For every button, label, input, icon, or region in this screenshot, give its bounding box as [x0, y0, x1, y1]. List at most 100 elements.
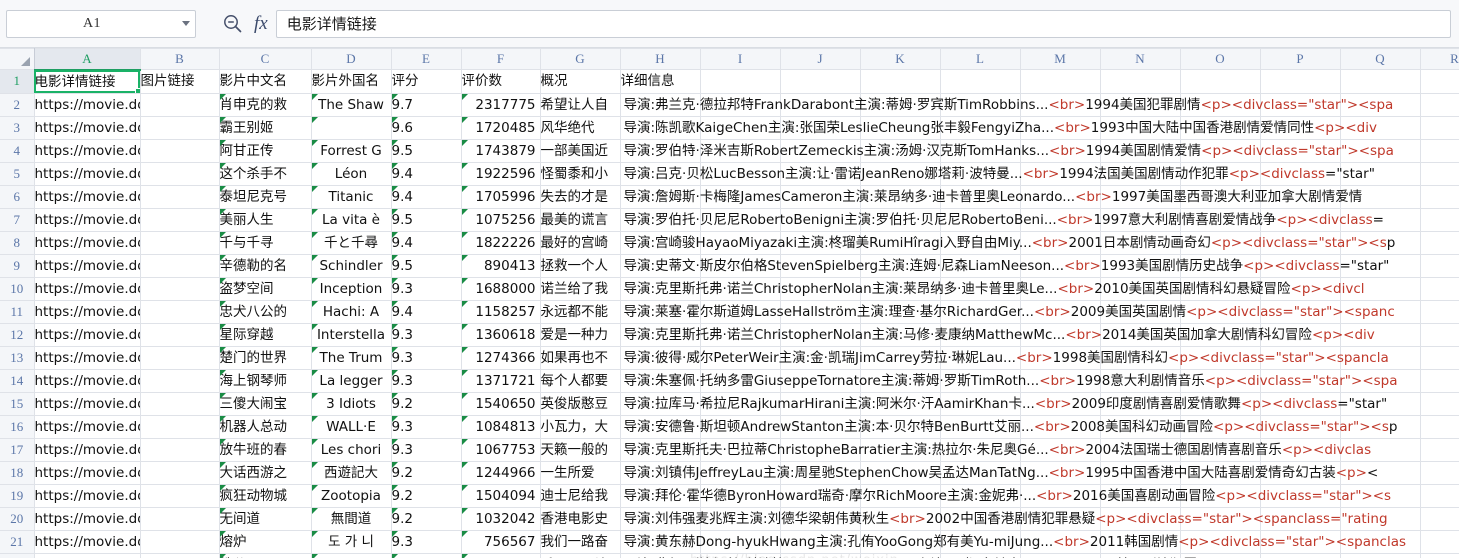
cell-O7[interactable] — [1180, 208, 1261, 232]
cell-L15[interactable] — [940, 392, 1021, 416]
cell-R19[interactable] — [1420, 484, 1459, 508]
cell-N21[interactable] — [1100, 530, 1181, 554]
row-header-3[interactable]: 3 — [0, 116, 35, 140]
cell-N22[interactable] — [1100, 553, 1181, 558]
cell-O12[interactable] — [1180, 323, 1261, 347]
cell-E19[interactable]: 9.2 — [391, 484, 462, 508]
cell-N19[interactable] — [1100, 484, 1181, 508]
cell-I5[interactable] — [700, 162, 781, 186]
cell-G16[interactable]: 小瓦力，大 — [540, 415, 621, 439]
cell-K8[interactable] — [860, 231, 941, 255]
cell-E10[interactable]: 9.3 — [391, 277, 462, 301]
cell-C17[interactable]: 放牛班的春 — [219, 438, 312, 462]
cell-O14[interactable] — [1180, 369, 1261, 393]
cell-Q4[interactable] — [1340, 139, 1421, 163]
cell-P9[interactable] — [1260, 254, 1341, 278]
function-icon[interactable]: fx — [254, 14, 270, 33]
cell-P22[interactable] — [1260, 553, 1341, 558]
cell-E14[interactable]: 9.3 — [391, 369, 462, 393]
cell-B8[interactable] — [140, 231, 220, 255]
cell-P12[interactable] — [1260, 323, 1341, 347]
cell-J9[interactable] — [780, 254, 861, 278]
cell-A18[interactable]: https://movie.douban. — [34, 461, 141, 485]
cell-N12[interactable] — [1100, 323, 1181, 347]
cell-D14[interactable]: La legger — [311, 369, 392, 393]
cell-B7[interactable] — [140, 208, 220, 232]
cell-F7[interactable]: 1075256 — [461, 208, 541, 232]
row-header-21[interactable]: 21 — [0, 530, 35, 554]
cell-A2[interactable]: https://movie.douban. — [34, 93, 141, 117]
row-header-18[interactable]: 18 — [0, 461, 35, 485]
cell-E8[interactable]: 9.4 — [391, 231, 462, 255]
cell-M2[interactable] — [1020, 93, 1101, 117]
cell-P14[interactable] — [1260, 369, 1341, 393]
cell-A20[interactable]: https://movie.douban. — [34, 507, 141, 531]
cell-L2[interactable] — [940, 93, 1021, 117]
cell-O22[interactable] — [1180, 553, 1261, 558]
cell-C18[interactable]: 大话西游之 — [219, 461, 312, 485]
cell-C2[interactable]: 肖申克的救 — [219, 93, 312, 117]
cell-M20[interactable] — [1020, 507, 1101, 531]
cell-A12[interactable]: https://movie.douban. — [34, 323, 141, 347]
cell-P21[interactable] — [1260, 530, 1341, 554]
cell-K4[interactable] — [860, 139, 941, 163]
cell-J12[interactable] — [780, 323, 861, 347]
cell-A11[interactable]: https://movie.douban. — [34, 300, 141, 324]
column-header-I[interactable]: I — [700, 48, 781, 70]
cell-R10[interactable] — [1420, 277, 1459, 301]
cell-M8[interactable] — [1020, 231, 1101, 255]
cell-H2[interactable]: 导演:弗兰克·德拉邦特FrankDarabont主演:蒂姆·罗宾斯TimRobb… — [620, 93, 1393, 117]
cell-B18[interactable] — [140, 461, 220, 485]
cell-I10[interactable] — [700, 277, 781, 301]
row-header-4[interactable]: 4 — [0, 139, 35, 163]
cell-K3[interactable] — [860, 116, 941, 140]
cell-A6[interactable]: https://movie.douban. — [34, 185, 141, 209]
cell-D3[interactable] — [311, 116, 392, 140]
cell-M10[interactable] — [1020, 277, 1101, 301]
cell-R21[interactable] — [1420, 530, 1459, 554]
cell-H1[interactable]: 详细信息 — [620, 69, 701, 94]
cell-K20[interactable] — [860, 507, 941, 531]
cell-G5[interactable]: 怪蜀黍和小 — [540, 162, 621, 186]
cell-H3[interactable]: 导演:陈凯歌KaigeChen主演:张国荣LeslieCheung张丰毅Feng… — [620, 116, 1377, 140]
cell-A22[interactable]: https://movie.douban. — [34, 553, 141, 558]
cell-J17[interactable] — [780, 438, 861, 462]
cell-J18[interactable] — [780, 461, 861, 485]
cell-G12[interactable]: 爱是一种力 — [540, 323, 621, 347]
cell-C1[interactable]: 影片中文名 — [219, 69, 312, 94]
cell-F22[interactable]: 756937 — [461, 553, 541, 558]
cell-G15[interactable]: 英俊版憨豆 — [540, 392, 621, 416]
cell-R15[interactable] — [1420, 392, 1459, 416]
cell-L13[interactable] — [940, 346, 1021, 370]
cell-F20[interactable]: 1032042 — [461, 507, 541, 531]
cell-C5[interactable]: 这个杀手不 — [219, 162, 312, 186]
cell-K15[interactable] — [860, 392, 941, 416]
cell-A9[interactable]: https://movie.douban. — [34, 254, 141, 278]
cell-E2[interactable]: 9.7 — [391, 93, 462, 117]
cell-J20[interactable] — [780, 507, 861, 531]
cell-E20[interactable]: 9.2 — [391, 507, 462, 531]
cell-G20[interactable]: 香港电影史 — [540, 507, 621, 531]
row-header-11[interactable]: 11 — [0, 300, 35, 324]
cell-N14[interactable] — [1100, 369, 1181, 393]
cell-D10[interactable]: Inception — [311, 277, 392, 301]
cell-O6[interactable] — [1180, 185, 1261, 209]
cell-Q2[interactable] — [1340, 93, 1421, 117]
cell-J10[interactable] — [780, 277, 861, 301]
cell-C14[interactable]: 海上钢琴师 — [219, 369, 312, 393]
cell-O1[interactable] — [1180, 69, 1261, 94]
cell-B22[interactable] — [140, 553, 220, 558]
cell-F9[interactable]: 890413 — [461, 254, 541, 278]
cell-H15[interactable]: 导演:拉库马·希拉尼RajkumarHirani主演:阿米尔·汗AamirKha… — [620, 392, 1387, 416]
cell-L21[interactable] — [940, 530, 1021, 554]
cell-F8[interactable]: 1822226 — [461, 231, 541, 255]
cell-M21[interactable] — [1020, 530, 1101, 554]
cell-Q5[interactable] — [1340, 162, 1421, 186]
cell-C16[interactable]: 机器人总动 — [219, 415, 312, 439]
cell-H5[interactable]: 导演:吕克·贝松LucBesson主演:让·雷诺JeanReno娜塔莉·波特曼.… — [620, 162, 1375, 186]
cell-A10[interactable]: https://movie.douban. — [34, 277, 141, 301]
cell-G1[interactable]: 概况 — [540, 69, 621, 94]
cell-G10[interactable]: 诺兰给了我 — [540, 277, 621, 301]
cell-M13[interactable] — [1020, 346, 1101, 370]
cell-C21[interactable]: 熔炉 — [219, 530, 312, 554]
